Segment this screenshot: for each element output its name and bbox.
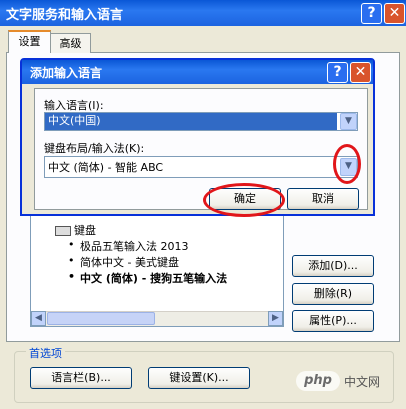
chevron-down-icon[interactable]: ▼ (340, 113, 357, 130)
list-item-label: 中文 (简体) - 搜狗五笔输入法 (80, 272, 228, 285)
scroll-left-icon[interactable]: ◀ (31, 311, 46, 326)
window-help-button[interactable]: ? (361, 3, 382, 24)
language-bar-button[interactable]: 语言栏(B)... (30, 367, 132, 389)
input-language-label: 输入语言(I): (44, 99, 104, 112)
list-item[interactable]: • 简体中文 - 美式键盘 (68, 254, 179, 270)
highlight-ring (203, 183, 285, 217)
tab-advanced[interactable]: 高级 (50, 33, 91, 53)
add-button[interactable]: 添加(D)... (292, 255, 374, 277)
tab-settings[interactable]: 设置 (8, 30, 51, 53)
watermark-logo: php (296, 371, 340, 391)
keyboard-category-label: 键盘 (74, 224, 96, 237)
list-item-label: 极品五笔输入法 2013 (80, 240, 189, 253)
keyboard-layout-label: 键盘布局/输入法(K): (44, 142, 145, 155)
dialog-help-button[interactable]: ? (327, 62, 348, 83)
window-title: 文字服务和输入语言 (6, 8, 124, 23)
properties-button[interactable]: 属性(P)... (292, 310, 374, 332)
dialog-title: 添加输入语言 (30, 66, 103, 80)
bullet-icon: • (68, 238, 75, 251)
window-close-button[interactable]: ✕ (384, 3, 405, 24)
highlight-ring (333, 144, 361, 184)
watermark-text: 中文网 (344, 375, 381, 389)
scrollbar-thumb[interactable] (47, 312, 155, 325)
bullet-icon: • (68, 254, 75, 267)
cancel-button[interactable]: 取消 (287, 188, 359, 210)
scroll-right-icon[interactable]: ▶ (268, 311, 283, 326)
list-item-label: 简体中文 - 美式键盘 (80, 256, 179, 269)
key-settings-button[interactable]: 键设置(K)... (148, 367, 250, 389)
bullet-icon: • (68, 270, 76, 283)
list-item[interactable]: • 中文 (简体) - 搜狗五笔输入法 (68, 270, 228, 286)
list-item[interactable]: • 极品五笔输入法 2013 (68, 238, 189, 254)
preferences-group-label: 首选项 (26, 345, 65, 361)
input-language-value[interactable]: 中文(中国) (45, 113, 337, 130)
remove-button[interactable]: 删除(R) (292, 283, 374, 305)
keyboard-category: 键盘 (55, 222, 96, 238)
dialog-close-button[interactable]: ✕ (350, 62, 371, 83)
keyboard-layout-value[interactable]: 中文 (简体) - 智能 ABC (48, 159, 163, 175)
keyboard-icon (55, 226, 71, 236)
